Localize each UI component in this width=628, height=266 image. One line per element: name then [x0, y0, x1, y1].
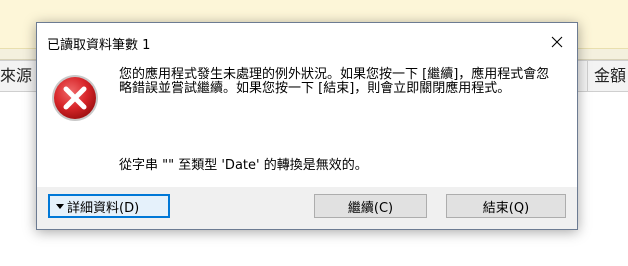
dialog-content: 您的應用程式發生未處理的例外狀況。如果您按一下 [繼續]，應用程式會忽略錯誤並嘗… [37, 61, 577, 187]
background-column-header-amount[interactable]: 金額 [587, 61, 628, 91]
error-message-text: 您的應用程式發生未處理的例外狀況。如果您按一下 [繼續]，應用程式會忽略錯誤並嘗… [119, 67, 550, 96]
error-dialog: 已讀取資料筆數 1 您的應用程式發生未處理的例外狀況。如果您按一下 [繼續]，應… [36, 22, 578, 230]
background-column-header-source[interactable]: 來源 [0, 61, 32, 91]
caret-down-icon [56, 203, 64, 209]
error-icon [52, 75, 98, 121]
error-message: 您的應用程式發生未處理的例外狀況。如果您按一下 [繼續]，應用程式會忽略錯誤並嘗… [119, 68, 559, 96]
details-button[interactable]: 詳細資料(D) [48, 194, 170, 218]
exception-detail-text: 從字串 "" 至類型 'Date' 的轉換是無效的。 [119, 158, 368, 173]
screen: 來源 金額 已讀取資料筆數 1 您的應用程式發生未處理的例外狀況。如果您按一下 … [0, 0, 628, 266]
quit-button-label: 結束(Q) [482, 200, 530, 216]
close-button[interactable] [537, 23, 577, 61]
quit-button[interactable]: 結束(Q) [446, 194, 566, 218]
close-icon [551, 36, 563, 48]
continue-button-label: 繼續(C) [347, 200, 394, 216]
details-button-label: 詳細資料(D) [67, 200, 140, 216]
dialog-title-bar[interactable]: 已讀取資料筆數 1 [37, 23, 577, 61]
dialog-button-row: 詳細資料(D) 繼續(C) 結束(Q) [37, 187, 577, 229]
continue-button[interactable]: 繼續(C) [314, 194, 427, 218]
dialog-title: 已讀取資料筆數 1 [47, 38, 151, 53]
